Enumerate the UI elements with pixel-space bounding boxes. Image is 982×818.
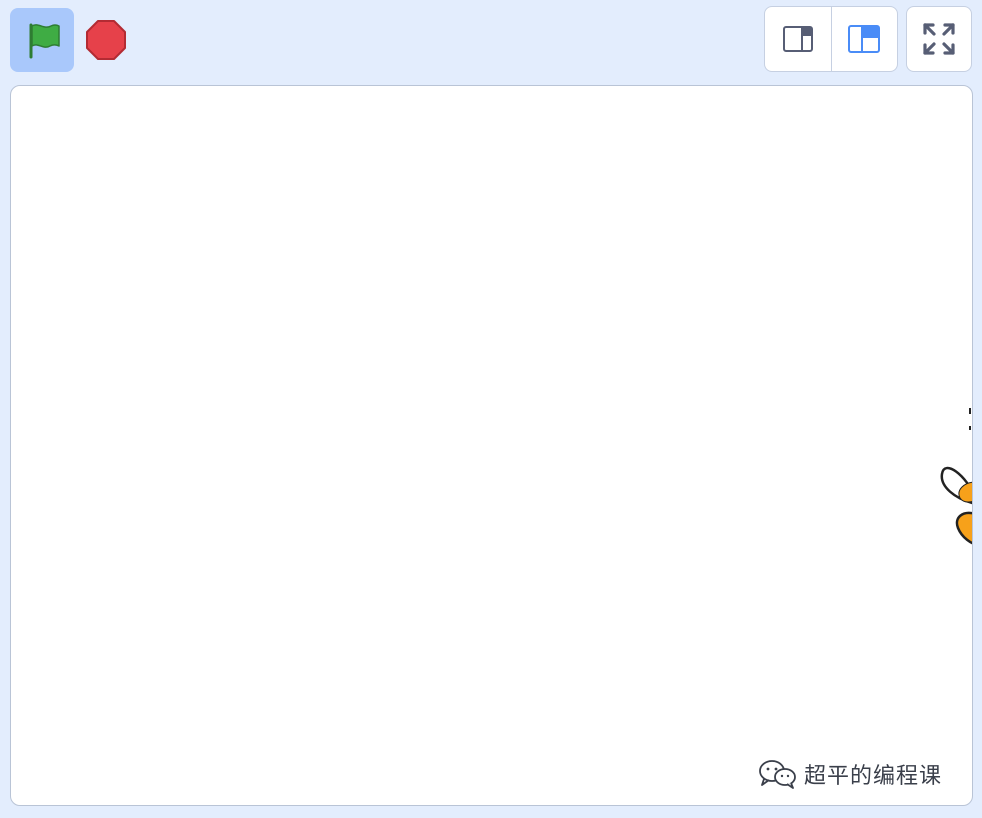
- small-stage-button[interactable]: [765, 7, 831, 71]
- fullscreen-button[interactable]: [906, 6, 972, 72]
- sprite-partial[interactable]: [936, 404, 973, 554]
- normal-stage-icon: [848, 25, 881, 53]
- stop-button[interactable]: [82, 14, 130, 66]
- stage-canvas[interactable]: [10, 85, 973, 806]
- green-flag-icon: [29, 23, 60, 59]
- fullscreen-icon: [923, 23, 955, 55]
- watermark-text: 超平的编程课: [804, 764, 943, 789]
- wechat-icon: [759, 760, 796, 789]
- watermark: 超平的编程课: [758, 758, 942, 790]
- stop-sign-icon: [86, 20, 126, 60]
- green-flag-button[interactable]: [10, 8, 74, 72]
- normal-stage-button[interactable]: [830, 7, 898, 71]
- scratch-stage-panel: 超平的编程课: [0, 0, 982, 818]
- small-stage-icon: [782, 26, 813, 52]
- stage-size-toggle: [764, 6, 898, 72]
